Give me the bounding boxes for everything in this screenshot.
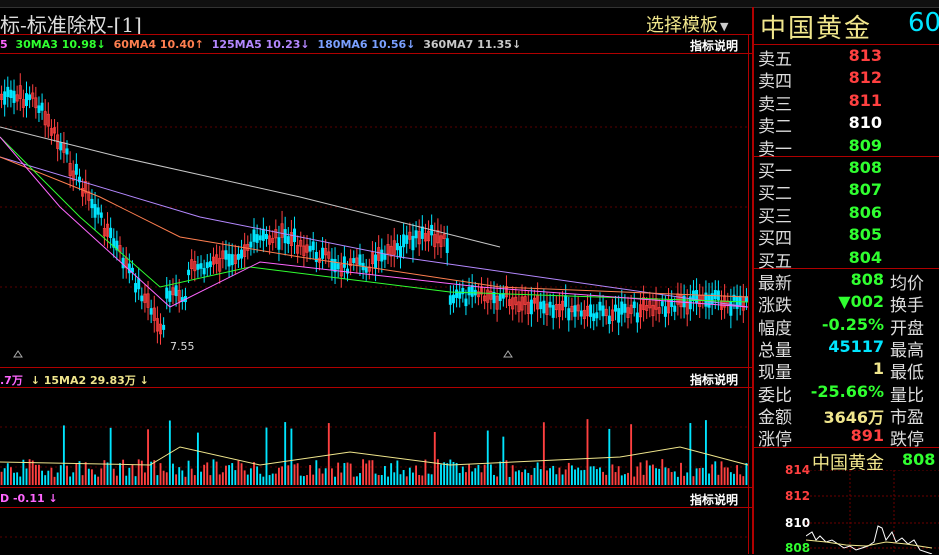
stat-value: -0.25% <box>821 314 884 334</box>
ma-legend-item: 180MA6 10.56↓ <box>317 38 416 51</box>
stat-side-label: 最低 <box>890 363 924 384</box>
stat-label: 总量 <box>758 340 792 361</box>
moving-average-line <box>0 136 749 308</box>
orderbook-level-price[interactable]: 808 <box>836 158 882 177</box>
stat-label: 涨跌 <box>758 296 792 317</box>
mini-chart-price: 808 <box>902 450 936 469</box>
volume-indicator-help-button[interactable]: 指标说明 <box>690 371 738 388</box>
orderbook-level-price[interactable]: 804 <box>836 248 882 267</box>
stat-side-label: 开盘 <box>890 318 924 339</box>
candlesticks <box>0 73 748 345</box>
stat-label: 金额 <box>758 407 792 428</box>
stat-value: -25.66% <box>810 381 884 401</box>
orderbook-level-label: 卖三 <box>758 94 792 115</box>
ma-legend-item: 30MA3 10.98↓ <box>15 38 106 51</box>
price-indicator-help-button[interactable]: 指标说明 <box>690 37 738 54</box>
ma-legend-item: 125MA5 10.23↓ <box>211 38 310 51</box>
orderbook-level-price[interactable]: 807 <box>836 180 882 199</box>
orderbook-level-price[interactable]: 810 <box>836 113 882 132</box>
stat-label: 涨停 <box>758 430 792 451</box>
marker-triangle-icon <box>503 350 513 358</box>
stat-label: 委比 <box>758 385 792 406</box>
stat-value: 808 <box>850 270 884 289</box>
ma-legend-item: 60MA4 10.40↑ <box>113 38 204 51</box>
volume-legend-item: ↓ 15MA2 29.83万 ↓ <box>30 374 149 387</box>
orderbook-level-price[interactable]: 809 <box>836 136 882 155</box>
stat-side-label: 换手 <box>890 296 924 317</box>
stat-side-label: 均价 <box>890 274 924 294</box>
ma-legend-item: 360MA7 11.35↓ <box>423 38 522 51</box>
ma-legend-item: 5 <box>0 38 8 51</box>
stat-side-label: 市盈 <box>890 407 924 428</box>
volume-ma-line <box>0 446 749 466</box>
volume-legend-item: .7万 <box>0 374 23 387</box>
indicator-legend-separator <box>0 507 752 508</box>
stock-name: 中国黄金 <box>760 14 873 44</box>
indicator-legend: D -0.11 ↓ <box>0 492 62 505</box>
stat-value: 1 <box>872 359 884 379</box>
stat-label: 最新 <box>758 274 792 294</box>
orderbook-level-label: 卖一 <box>758 139 792 160</box>
orderbook-level-price[interactable]: 812 <box>836 68 882 87</box>
select-template-label: 选择模板 <box>646 15 718 36</box>
indicator-legend-item: D -0.11 ↓ <box>0 492 58 505</box>
chart-canvas <box>0 73 749 538</box>
moving-average-line <box>0 156 749 308</box>
stat-label: 幅度 <box>758 318 792 339</box>
stat-side-label: 量比 <box>890 385 924 406</box>
indicator-help-button[interactable]: 指标说明 <box>690 491 738 508</box>
kline-chart-area[interactable] <box>0 7 752 554</box>
marker-triangle-icon <box>13 350 23 358</box>
volume-panel-separator <box>0 367 752 368</box>
orderbook-level-label: 买一 <box>758 162 792 182</box>
orderbook-level-label: 买四 <box>758 229 792 250</box>
orderbook-level-price[interactable]: 806 <box>836 203 882 222</box>
stat-side-label: 最高 <box>890 340 924 361</box>
orderbook-level-label: 买五 <box>758 251 792 272</box>
ma-legend: 5 30MA3 10.98↓ 60MA4 10.40↑ 125MA5 10.23… <box>0 38 525 51</box>
stock-code: 60 <box>908 8 939 38</box>
volume-legend: .7万 ↓ 15MA2 29.83万 ↓ <box>0 372 153 388</box>
stat-value: 45117 <box>828 336 884 356</box>
orderbook-level-label: 卖二 <box>758 117 792 138</box>
moving-average-line <box>0 156 749 298</box>
moving-average-line <box>0 136 749 303</box>
stat-value: ▼002 <box>838 292 884 312</box>
mini-intraday-chart[interactable] <box>806 470 939 554</box>
orderbook-level-label: 卖四 <box>758 72 792 93</box>
period-low-label: 7.55 <box>170 340 195 353</box>
orderbook-level-price[interactable]: 813 <box>836 46 882 65</box>
price-legend-separator <box>0 53 752 54</box>
volume-bars <box>0 419 748 485</box>
orderbook-level-label: 卖五 <box>758 50 792 70</box>
stat-side-label: 跌停 <box>890 430 924 451</box>
indicator-panel-separator <box>0 487 752 488</box>
orderbook-level-label: 买二 <box>758 184 792 205</box>
chart-right-border <box>748 34 749 554</box>
stat-value: 891 <box>850 426 884 446</box>
stat-label: 现量 <box>758 363 792 384</box>
dropdown-arrow-icon: ▼ <box>720 19 729 33</box>
orderbook-level-price[interactable]: 805 <box>836 225 882 244</box>
stat-value: 3646万 <box>823 407 884 427</box>
orderbook-level-label: 买三 <box>758 206 792 227</box>
orderbook-level-price[interactable]: 811 <box>836 91 882 110</box>
title-separator <box>0 34 752 35</box>
grid-lines <box>0 126 748 538</box>
